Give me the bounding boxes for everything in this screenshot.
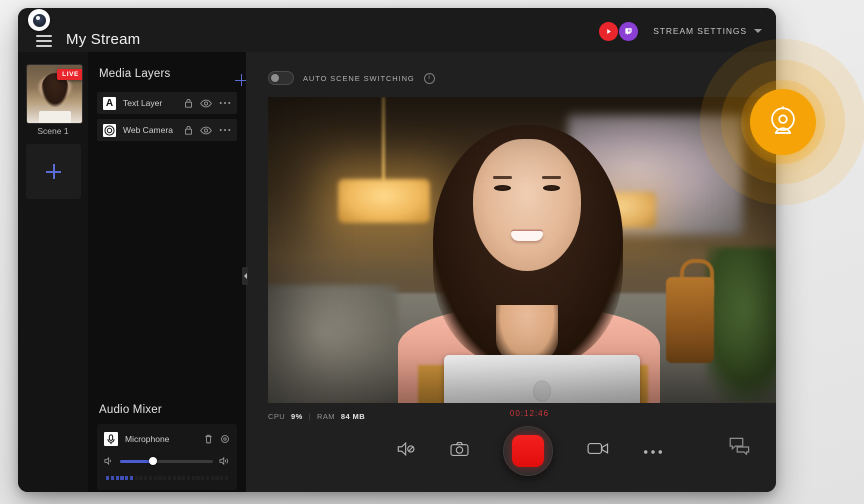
hamburger-menu-icon[interactable] xyxy=(36,35,52,47)
status-badge: LIVE xyxy=(57,69,82,80)
ellipsis-icon[interactable] xyxy=(219,101,231,105)
record-icon xyxy=(511,435,544,467)
lock-icon[interactable] xyxy=(184,125,193,135)
channel-name: Microphone xyxy=(125,434,170,444)
youtube-icon[interactable] xyxy=(599,21,619,41)
stage-area: AUTO SCENE SWITCHING i CPU 9% | RAM 84 M… xyxy=(246,52,776,492)
chat-button[interactable] xyxy=(729,437,750,460)
media-layers-title: Media Layers xyxy=(99,68,171,80)
panel-collapse-handle[interactable] xyxy=(242,267,248,285)
audio-mixer-title: Audio Mixer xyxy=(99,404,162,416)
trash-icon[interactable] xyxy=(204,434,213,444)
volume-high-icon[interactable] xyxy=(219,456,230,466)
ellipsis-icon xyxy=(643,450,662,454)
info-icon[interactable]: i xyxy=(423,72,435,84)
lock-icon[interactable] xyxy=(184,98,193,108)
layer-name: Text Layer xyxy=(123,98,163,108)
audio-level-meter xyxy=(106,476,228,480)
chevron-down-icon xyxy=(754,29,762,33)
eye-icon[interactable] xyxy=(200,99,212,108)
video-source-button[interactable] xyxy=(587,441,609,461)
chat-bubbles-icon xyxy=(729,437,750,456)
stream-settings-bar: STREAM SETTINGS xyxy=(599,20,762,42)
title-bar: My Stream STREAM SETTINGS xyxy=(18,8,776,53)
volume-slider-knob[interactable] xyxy=(148,457,157,465)
auto-scene-switching-row: AUTO SCENE SWITCHING i xyxy=(268,70,435,86)
audio-mixer-card: Microphone xyxy=(97,424,237,490)
text-layer-icon: A xyxy=(103,96,116,110)
auto-scene-switching-toggle[interactable] xyxy=(268,71,294,85)
volume-low-icon[interactable] xyxy=(104,456,114,466)
auto-scene-switching-label: AUTO SCENE SWITCHING xyxy=(303,73,415,83)
microphone-icon xyxy=(104,432,118,446)
page-title: My Stream xyxy=(66,31,141,48)
scene-label: Scene 1 xyxy=(37,126,69,136)
chevron-right-icon xyxy=(243,273,247,279)
layer-name: Web Camera xyxy=(123,125,173,135)
video-camera-icon xyxy=(587,442,608,455)
add-scene-button[interactable] xyxy=(26,144,81,199)
scene-rail: LIVE Scene 1 xyxy=(18,52,89,492)
speaker-mute-icon xyxy=(397,441,414,456)
eye-icon[interactable] xyxy=(200,126,212,135)
mixer-channel-row[interactable]: Microphone xyxy=(104,430,230,448)
eye-logo-icon xyxy=(28,9,50,31)
control-bar xyxy=(246,407,776,492)
media-layers-header: Media Layers xyxy=(99,66,235,82)
volume-slider-row[interactable] xyxy=(104,454,230,468)
stream-settings-button[interactable]: STREAM SETTINGS xyxy=(653,26,762,36)
scene-thumbnail[interactable]: LIVE xyxy=(26,64,83,124)
left-panel: Media Layers A Text Layer Web Camera Aud… xyxy=(88,52,247,492)
ellipsis-icon[interactable] xyxy=(219,128,231,132)
volume-slider[interactable] xyxy=(120,457,213,465)
mute-audio-button[interactable] xyxy=(397,441,416,462)
stream-settings-label: STREAM SETTINGS xyxy=(653,26,747,36)
camera-icon xyxy=(449,441,469,456)
plus-icon xyxy=(46,164,61,179)
app-window: My Stream STREAM SETTINGS LIVE Scene 1 M… xyxy=(18,8,776,492)
more-options-button[interactable] xyxy=(643,442,663,460)
gear-icon[interactable] xyxy=(220,434,230,444)
layer-row-text[interactable]: A Text Layer xyxy=(97,92,237,114)
snapshot-button[interactable] xyxy=(449,441,469,462)
twitch-icon[interactable] xyxy=(619,21,639,41)
web-camera-icon xyxy=(103,123,116,137)
video-preview[interactable] xyxy=(268,97,776,403)
layer-row-webcam[interactable]: Web Camera xyxy=(97,119,237,141)
record-button[interactable] xyxy=(502,426,553,476)
